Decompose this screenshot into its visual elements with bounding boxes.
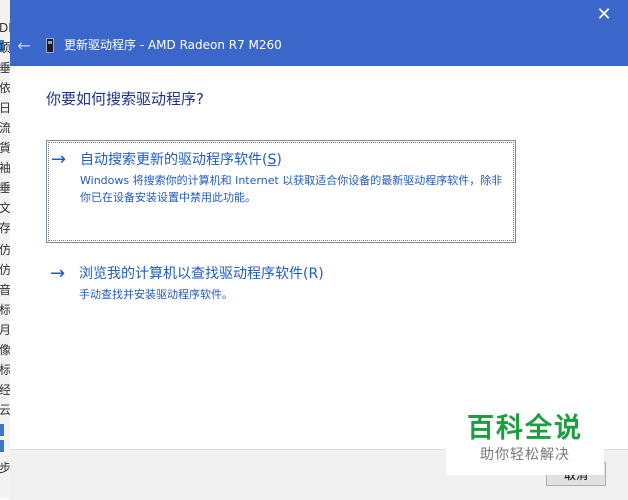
browse-computer-description: 手动查找并安装驱动程序软件。	[79, 288, 233, 301]
close-icon: ✕	[596, 4, 612, 25]
right-arrow-icon: →	[50, 263, 66, 284]
search-question-heading: 你要如何搜索驱动程序?	[46, 90, 204, 108]
watermark-logo: 百科全说 助你轻松解决	[446, 407, 604, 475]
right-arrow-icon: →	[51, 149, 67, 170]
back-arrow-icon: ←	[17, 36, 31, 55]
back-button[interactable]: ←	[14, 36, 34, 56]
dialog-title: 更新驱动程序 - AMD Radeon R7 M260	[64, 38, 282, 52]
auto-search-title-suffix: )	[276, 152, 282, 168]
auto-search-option[interactable]: → 自动搜索更新的驱动程序软件(S) Windows 将搜索你的计算机和 Int…	[46, 140, 516, 243]
background-selection-marker	[0, 440, 4, 452]
watermark-sub-text: 助你轻松解决	[480, 447, 570, 463]
auto-search-title-text: 自动搜索更新的驱动程序软件(	[80, 152, 268, 168]
browse-computer-option[interactable]: → 浏览我的计算机以查找驱动程序软件(R) 手动查找并安装驱动程序软件。	[46, 256, 516, 316]
update-driver-dialog: ✕ ← 更新驱动程序 - AMD Radeon R7 M260 你要如何搜索驱动…	[10, 0, 628, 500]
browse-computer-title: 浏览我的计算机以查找驱动程序软件(R)	[79, 266, 324, 282]
display-adapter-icon	[46, 38, 54, 53]
auto-search-title: 自动搜索更新的驱动程序软件(S)	[80, 150, 282, 170]
watermark-main-text: 百科全说	[467, 413, 583, 444]
background-selection-marker	[0, 424, 4, 436]
close-button[interactable]: ✕	[594, 4, 614, 26]
auto-search-description: Windows 将搜索你的计算机和 Internet 以获取适合你设备的最新驱动…	[80, 174, 503, 204]
dialog-titlebar: ✕ ← 更新驱动程序 - AMD Radeon R7 M260	[10, 0, 628, 66]
